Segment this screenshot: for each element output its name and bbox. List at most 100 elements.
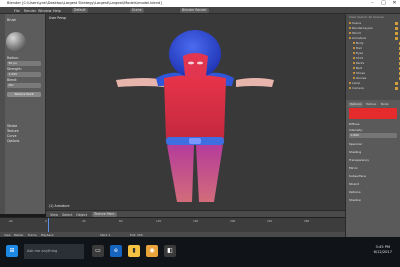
belt-buckle (189, 138, 201, 144)
viewport-header: View Select Object Texture Paint (46, 210, 345, 217)
tick-label: 160 (193, 219, 199, 223)
list-item[interactable]: RenderLayers (349, 26, 399, 30)
properties-editor: Material Texture Node Diffuse Intensity:… (345, 100, 400, 237)
brush-preview[interactable] (6, 32, 26, 52)
tab-node[interactable]: Node (379, 101, 391, 107)
face (183, 53, 208, 79)
menu-window[interactable]: Window (38, 9, 51, 13)
folder-icon[interactable]: ▮ (128, 245, 140, 257)
edge-icon[interactable]: e (110, 245, 122, 257)
stroke-section[interactable]: Stroke (7, 124, 45, 129)
render-engine-selector[interactable]: Blender Render (180, 8, 209, 13)
diffuse-section[interactable]: Diffuse (349, 122, 360, 127)
list-item[interactable]: Armature (349, 36, 399, 40)
blend-dropdown[interactable]: Mix (7, 83, 41, 88)
list-item[interactable]: Shirt (353, 56, 400, 60)
active-object-label: (1) Armature (49, 204, 70, 208)
tick-label: 120 (156, 219, 162, 223)
right-eye (197, 61, 203, 65)
window-title: Blender [C:\Users\yrai\Desktop\Largest S… (7, 1, 162, 5)
list-item[interactable]: Scene (349, 21, 399, 25)
vp-menu-view[interactable]: View (50, 213, 58, 217)
app-icon[interactable]: ◧ (164, 245, 176, 257)
clock-date: 6/12/2017 (373, 250, 392, 254)
visibility-icon[interactable] (395, 31, 398, 35)
character-model[interactable] (46, 14, 345, 210)
shirt (164, 75, 226, 142)
maximize-button[interactable]: □ (378, 0, 389, 7)
texture-section[interactable]: Texture (7, 129, 45, 134)
blend-label: Blend: (7, 78, 18, 82)
visibility-icon[interactable] (395, 21, 398, 25)
mode-button[interactable]: Texture Paint (7, 92, 41, 97)
outliner-header[interactable]: View Search All Scenes (349, 15, 399, 19)
start-frame-field[interactable]: Start: 1 (100, 233, 110, 237)
tool-shelf-tabs[interactable] (0, 14, 5, 214)
strand-section[interactable]: Strand (349, 182, 359, 187)
tl-menu-frame[interactable]: Frame (28, 233, 37, 237)
list-item[interactable]: Lamp (349, 81, 399, 85)
close-button[interactable]: ✕ (389, 0, 400, 7)
shading-section[interactable]: Shading (349, 150, 361, 155)
specular-section[interactable]: Specular (349, 142, 362, 147)
left-leg (167, 145, 194, 202)
layout-selector[interactable]: Default (72, 8, 88, 13)
shadow-section[interactable]: Shadow (349, 198, 361, 203)
brush-section-label[interactable]: Brush (7, 18, 45, 23)
tick-label: 0 (45, 219, 47, 223)
curve-section[interactable]: Curve (7, 134, 45, 139)
subsurface-section[interactable]: Subsurface (349, 174, 366, 179)
end-frame-field[interactable]: End: 250 (130, 233, 143, 237)
start-button[interactable]: ⊞ (6, 245, 18, 257)
list-item[interactable]: Eyes (353, 51, 400, 55)
radius-field[interactable]: 50 px (7, 61, 41, 66)
viewport-mode-label: User Persp (49, 16, 67, 20)
tl-menu-playback[interactable]: Playback (41, 233, 53, 237)
scene-selector[interactable]: Scene (130, 8, 144, 13)
radius-label: Radius: (7, 56, 19, 60)
tab-material[interactable]: Material (348, 101, 364, 107)
task-view-icon[interactable]: ▭ (92, 245, 104, 257)
minimize-button[interactable]: – (367, 0, 378, 7)
list-item[interactable]: Shoes (353, 71, 400, 75)
list-item[interactable]: World (349, 31, 399, 35)
list-item[interactable]: Belt (353, 66, 400, 70)
menu-help[interactable]: Help (53, 9, 61, 13)
strength-label: Strength: (7, 67, 22, 71)
list-item[interactable]: Body (353, 41, 400, 45)
options-section[interactable]: Options (349, 190, 361, 195)
current-frame-marker[interactable] (48, 218, 49, 232)
blender-icon[interactable]: ◉ (146, 245, 158, 257)
intensity-label: Intensity: (349, 128, 363, 132)
tl-menu-view[interactable]: View (4, 233, 11, 237)
mirror-section[interactable]: Mirror (349, 166, 358, 171)
search-box[interactable]: Ask me anything (24, 244, 84, 259)
list-item[interactable]: Gloves (353, 76, 400, 80)
3d-viewport[interactable]: User Persp (1) Armature (46, 14, 345, 210)
tl-menu-marker[interactable]: Marker (14, 233, 24, 237)
vp-menu-object[interactable]: Object (76, 213, 87, 217)
menu-file[interactable]: File (14, 9, 20, 13)
left-eye (188, 61, 194, 65)
list-item[interactable]: Pants (353, 61, 400, 65)
strength-field[interactable]: 1.000 (7, 72, 41, 77)
list-item[interactable]: Hair (353, 46, 400, 50)
options-section[interactable]: Options (7, 139, 45, 144)
visibility-icon[interactable] (395, 81, 398, 85)
system-clock[interactable]: 3:45 PM 6/12/2017 (374, 245, 392, 255)
intensity-field[interactable]: 0.800 (349, 133, 397, 138)
outliner: View Search All Scenes Scene RenderLayer… (345, 14, 400, 100)
diffuse-color-swatch[interactable] (349, 108, 397, 119)
menu-render[interactable]: Render (24, 9, 36, 13)
timeline[interactable]: -40 0 40 80 120 160 200 240 280 (0, 217, 345, 232)
tab-texture[interactable]: Texture (364, 101, 379, 107)
visibility-icon[interactable] (395, 26, 398, 30)
windows-taskbar: ⊞ Ask me anything ▭ e ▮ ◉ ◧ 3:45 PM 6/12… (0, 237, 400, 267)
tick-label: 200 (230, 219, 236, 223)
vp-menu-select[interactable]: Select (62, 213, 72, 217)
visibility-icon[interactable] (395, 86, 398, 90)
right-leg (196, 145, 223, 202)
transparency-section[interactable]: Transparency (349, 158, 369, 163)
list-item[interactable]: Camera (349, 86, 399, 90)
visibility-icon[interactable] (395, 36, 398, 40)
